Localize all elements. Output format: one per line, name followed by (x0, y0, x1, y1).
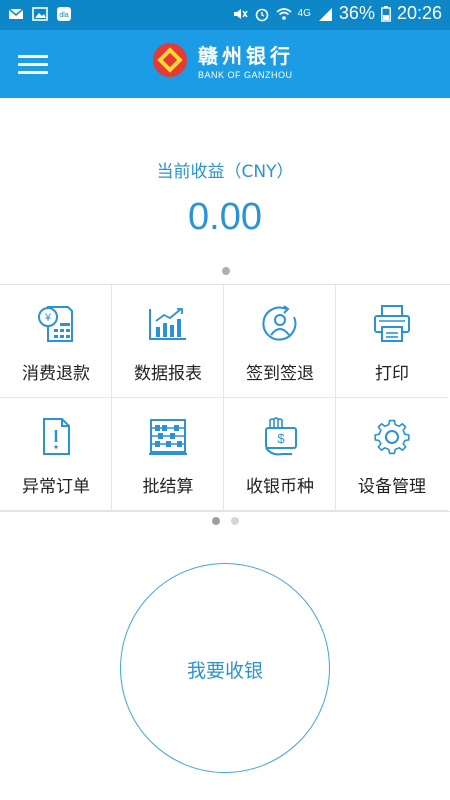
cashier-button-label: 我要收银 (186, 660, 263, 682)
earnings-value: 0.00 (188, 196, 262, 238)
grid-item-label: 批结算 (142, 477, 194, 497)
grid-item-batch-settle[interactable]: 批结算 (112, 398, 224, 511)
grid-item-label: 签到签退 (246, 364, 314, 384)
function-grid: ¥ 消费退款 数据报表 签到签退 打印 异常订单 批结算 $ 收银币种 设备管理 (0, 284, 450, 512)
app-notification-icon: dla (57, 7, 71, 21)
app-bar: 赣州银行 BANK OF GANZHOU (0, 30, 450, 98)
grid-item-abnormal-order[interactable]: 异常订单 (0, 398, 112, 511)
earnings-label: 当前收益（CNY） (156, 162, 294, 182)
bank-name-cn: 赣州银行 (198, 44, 294, 68)
alarm-icon (255, 8, 268, 21)
printer-icon (374, 305, 410, 342)
bank-name-en: BANK OF GANZHOU (198, 70, 293, 80)
menu-button[interactable] (18, 50, 48, 78)
svg-text:dla: dla (59, 12, 68, 19)
user-checkin-icon (262, 305, 297, 341)
grid-item-label: 消费退款 (22, 364, 90, 384)
status-bar: dla 4G 36% 20:26 (0, 0, 450, 30)
cash-hand-icon: $ (265, 417, 297, 456)
alert-document-icon (43, 418, 70, 455)
bank-logo-icon (153, 43, 187, 77)
image-icon (32, 7, 48, 21)
refund-icon: ¥ (38, 306, 73, 342)
grid-item-print[interactable]: 打印 (336, 285, 448, 398)
signal-icon (318, 7, 332, 21)
grid-page-indicator (231, 517, 239, 525)
menu-icon-bar (18, 71, 48, 74)
grid-item-label: 收银币种 (246, 477, 314, 497)
grid-item-refund[interactable]: ¥ 消费退款 (0, 285, 112, 398)
grid-item-currency[interactable]: $ 收银币种 (224, 398, 336, 511)
chart-icon (149, 308, 186, 340)
grid-item-device-management[interactable]: 设备管理 (336, 398, 448, 511)
bank-logo: 赣州银行 BANK OF GANZHOU (150, 40, 294, 80)
grid-item-label: 数据报表 (134, 364, 202, 384)
cashier-button[interactable]: 我要收银 (120, 563, 330, 773)
battery-percent: 36% (338, 3, 375, 23)
clock: 20:26 (396, 3, 442, 23)
grid-item-checkin[interactable]: 签到签退 (224, 285, 336, 398)
grid-item-report[interactable]: 数据报表 (112, 285, 224, 398)
menu-icon-bar (18, 63, 48, 66)
grid-item-label: 设备管理 (358, 477, 426, 497)
abacus-icon (149, 419, 187, 455)
grid-item-label: 异常订单 (22, 477, 90, 497)
grid-page-indicator-active (212, 517, 220, 525)
network-type: 4G (297, 8, 311, 19)
grid-item-label: 打印 (375, 364, 409, 384)
page-indicator-dot (222, 267, 230, 275)
svg-text:$: $ (277, 431, 285, 446)
wifi-icon (276, 7, 292, 20)
mute-icon (233, 8, 248, 19)
gear-icon (374, 419, 410, 455)
mail-icon (8, 8, 24, 19)
battery-icon (381, 5, 391, 22)
menu-icon-bar (18, 55, 48, 58)
svg-text:¥: ¥ (44, 312, 52, 324)
